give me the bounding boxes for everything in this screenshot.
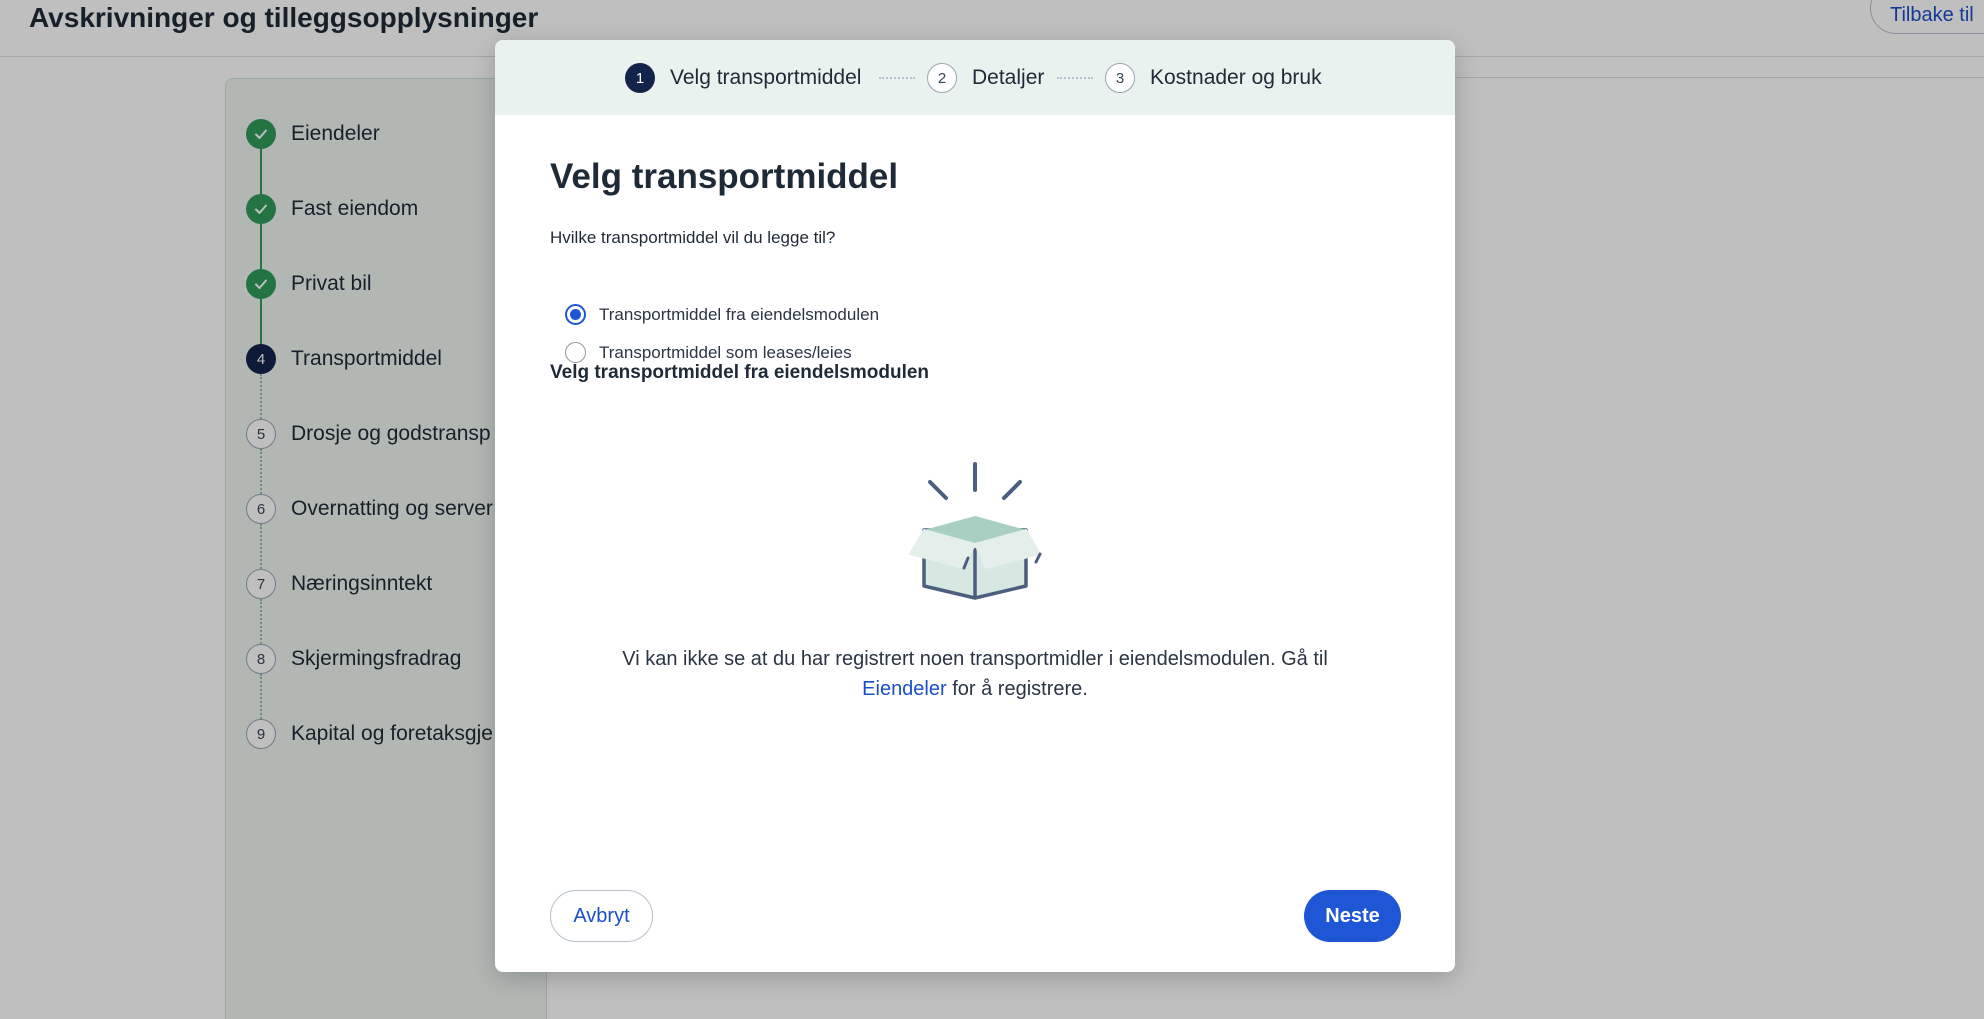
dialog-step-1: 1 Velg transportmiddel bbox=[625, 63, 861, 93]
dialog-step-3: 3 Kostnader og bruk bbox=[1105, 63, 1322, 93]
empty-state-message: Vi kan ikke se at du har registrert noen… bbox=[615, 644, 1335, 704]
option-leased[interactable]: Transportmiddel som leases/leies bbox=[565, 342, 852, 363]
step-label: Velg transportmiddel bbox=[670, 66, 862, 89]
empty-state-text: for å registrere. bbox=[952, 678, 1088, 700]
empty-state-text: Vi kan ikke se at du har registrert noen… bbox=[622, 648, 1328, 670]
section-heading: Velg transportmiddel fra eiendelsmodulen bbox=[550, 362, 930, 383]
add-transport-dialog: 1 Velg transportmiddel 2 Detaljer 3 Kost… bbox=[495, 40, 1455, 972]
next-button[interactable]: Neste bbox=[1304, 890, 1401, 942]
step-label: Kostnader og bruk bbox=[1150, 66, 1322, 89]
step-number: 2 bbox=[927, 63, 957, 93]
radio-button[interactable] bbox=[565, 342, 586, 363]
option-label: Transportmiddel som leases/leies bbox=[599, 342, 852, 362]
radio-group-label: Hvilke transportmiddel vil du legge til? bbox=[550, 228, 836, 247]
eiendeler-link[interactable]: Eiendeler bbox=[862, 678, 947, 700]
dialog-step-2: 2 Detaljer bbox=[927, 63, 1044, 93]
empty-box-icon bbox=[909, 462, 1042, 600]
radio-button[interactable] bbox=[565, 304, 586, 325]
step-connector bbox=[879, 77, 915, 79]
step-label: Detaljer bbox=[972, 66, 1045, 89]
step-number: 3 bbox=[1105, 63, 1135, 93]
step-number: 1 bbox=[625, 63, 655, 93]
dialog-stepper: 1 Velg transportmiddel 2 Detaljer 3 Kost… bbox=[495, 40, 1455, 115]
option-from-asset-module[interactable]: Transportmiddel fra eiendelsmodulen bbox=[565, 304, 879, 325]
step-connector bbox=[1057, 77, 1093, 79]
cancel-button[interactable]: Avbryt bbox=[550, 890, 653, 942]
option-label: Transportmiddel fra eiendelsmodulen bbox=[599, 304, 880, 324]
dialog-title: Velg transportmiddel bbox=[550, 157, 899, 196]
